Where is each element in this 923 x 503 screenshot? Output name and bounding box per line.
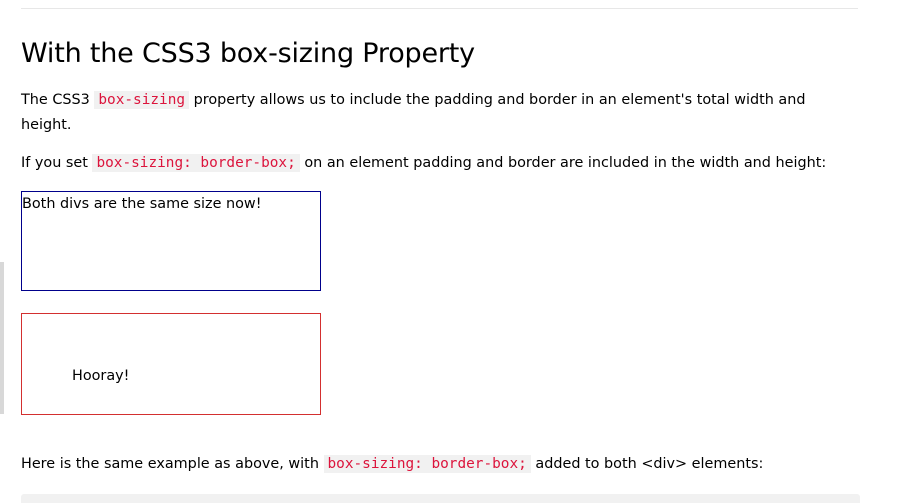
section-heading: With the CSS3 box-sizing Property [21,38,475,69]
inline-code-border-box: box-sizing: border-box; [92,154,300,172]
border-box-paragraph: If you set box-sizing: border-box; on an… [21,151,858,176]
demo-div-2-text: Hooray! [72,368,130,384]
demo-div-2: Hooray! [21,313,321,415]
border-box-text-start: If you set [21,155,93,171]
top-divider [21,8,858,9]
intro-paragraph: The CSS3 box-sizing property allows us t… [21,88,858,138]
example-paragraph: Here is the same example as above, with … [21,452,858,477]
left-scrollbar-stub [0,262,4,414]
inline-code-box-sizing: box-sizing [94,91,190,109]
demo-div-1-text: Both divs are the same size now! [22,196,262,212]
demo-div-1: Both divs are the same size now! [21,191,321,291]
border-box-text-end: on an element padding and border are inc… [299,155,827,171]
code-example-block [21,494,860,503]
example-text-start: Here is the same example as above, with [21,456,324,472]
inline-code-border-box-2: box-sizing: border-box; [323,455,531,473]
example-text-end: added to both <div> elements: [530,456,764,472]
intro-text-start: The CSS3 [21,92,95,108]
